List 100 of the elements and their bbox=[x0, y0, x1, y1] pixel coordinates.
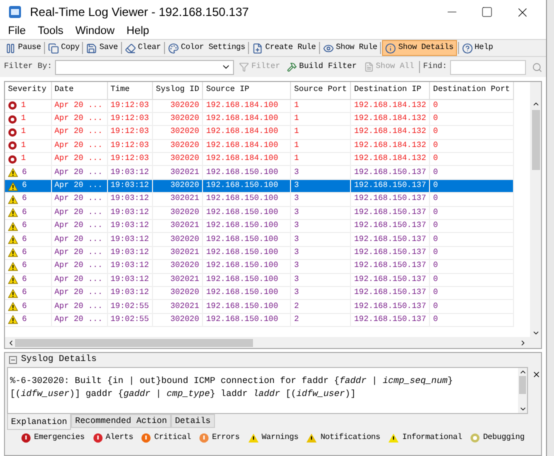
menu-item[interactable]: Help bbox=[126, 23, 150, 40]
table-cell: 6 bbox=[22, 287, 27, 300]
table-cell: 0 bbox=[433, 314, 438, 324]
table-cell: 19:03:12 bbox=[110, 181, 149, 190]
table-cell: 1 bbox=[294, 127, 299, 136]
table-row[interactable]: 6 Apr 20 ... 19:03:12 302020 192.168.150.100 3 192.168.150.137 0 bbox=[5, 179, 514, 193]
column-header[interactable]: Time bbox=[107, 82, 152, 99]
save-icon bbox=[86, 42, 98, 54]
table-cell: 192.168.150.100 bbox=[206, 274, 278, 284]
details-tab[interactable]: Details bbox=[170, 414, 215, 428]
table-row[interactable]: 6 Apr 20 ... 19:02:55 302020 192.168.150.100 2 192.168.150.137 0 bbox=[5, 313, 514, 327]
scroll-up-icon[interactable] bbox=[518, 368, 527, 376]
table-cell: 192.168.150.137 bbox=[354, 274, 426, 284]
table-row[interactable]: 6 Apr 20 ... 19:03:12 302020 192.168.150.100 3 192.168.150.137 0 bbox=[5, 232, 514, 246]
column-header[interactable]: Source IP bbox=[202, 82, 291, 99]
table-cell: 19:03:12 bbox=[110, 221, 149, 230]
table-cell: 6 bbox=[22, 234, 27, 246]
table-cell: 6 bbox=[22, 166, 27, 179]
table-row[interactable]: 6 Apr 20 ... 19:03:12 302021 192.168.150.100 3 192.168.150.137 0 bbox=[5, 220, 514, 233]
table-cell: 192.168.184.100 bbox=[206, 114, 278, 124]
warning-icon bbox=[8, 194, 18, 204]
legend-label: Alerts bbox=[106, 432, 134, 444]
table-cell: Apr 20 ... bbox=[54, 221, 103, 230]
table-cell: Apr 20 ... bbox=[54, 168, 103, 177]
close-icon[interactable] bbox=[532, 370, 541, 379]
table-row[interactable]: 6 Apr 20 ... 19:03:12 302020 192.168.150.100 3 192.168.150.137 0 bbox=[5, 206, 514, 220]
table-row[interactable]: 6 Apr 20 ... 19:03:12 302020 192.168.150.100 3 192.168.150.137 0 bbox=[5, 286, 514, 300]
table-cell: 0 bbox=[433, 288, 438, 298]
warning-icon bbox=[8, 235, 18, 244]
table-row[interactable]: 6 Apr 20 ... 19:03:12 302021 192.168.150.100 3 192.168.150.137 0 bbox=[5, 166, 514, 180]
table-row[interactable]: 6 Apr 20 ... 19:03:12 302021 192.168.150.100 3 192.168.150.137 0 bbox=[5, 192, 514, 206]
table-cell: 3 bbox=[294, 181, 299, 190]
table-row[interactable]: 6 Apr 20 ... 19:03:12 302021 192.168.150.100 3 192.168.150.137 0 bbox=[5, 246, 514, 260]
table-cell: Apr 20 ... bbox=[54, 181, 103, 190]
table-row[interactable]: 6 Apr 20 ... 19:03:12 302021 192.168.150.100 3 192.168.150.137 0 bbox=[5, 273, 514, 286]
table-cell: 302021 bbox=[170, 194, 200, 204]
details-tab[interactable]: Explanation bbox=[7, 414, 72, 430]
table-row[interactable]: 6 Apr 20 ... 19:03:12 302020 192.168.150.100 3 192.168.150.137 0 bbox=[5, 260, 514, 274]
table-cell: 3 bbox=[294, 168, 299, 177]
find-field[interactable] bbox=[450, 60, 526, 74]
table-cell: 0 bbox=[433, 261, 438, 270]
filter-button[interactable]: Build Filter bbox=[285, 61, 359, 73]
table-cell: 19:03:12 bbox=[110, 234, 149, 244]
table-cell: 302021 bbox=[170, 248, 200, 257]
menu-item[interactable]: Tools bbox=[38, 23, 64, 40]
details-text: %-6-302020: Built {in | out}bound ICMP connection for faddr {faddr | icmp_seq_num} [(idfw_user)] gaddr {gaddr | cmp_type} laddr laddr [(idfw_user)] bbox=[9, 375, 454, 401]
table-cell: 1 bbox=[21, 140, 26, 152]
column-header[interactable]: Destination Port bbox=[430, 82, 514, 99]
table-cell: 3 bbox=[294, 261, 299, 270]
column-header[interactable]: Destination IP bbox=[350, 82, 430, 99]
table-cell: 1 bbox=[21, 126, 26, 138]
column-header[interactable]: Syslog ID bbox=[152, 82, 203, 99]
copy-icon bbox=[48, 42, 60, 54]
table-row[interactable]: 1 Apr 20 ... 19:12:03 302020 192.168.184.100 1 192.168.184.132 0 bbox=[5, 152, 514, 166]
toolbar-button[interactable]: Pause bbox=[3, 40, 44, 56]
table-cell: 19:02:55 bbox=[110, 314, 149, 324]
table-cell: 302021 bbox=[170, 302, 200, 311]
search-icon[interactable] bbox=[532, 62, 542, 72]
table-row[interactable]: 6 Apr 20 ... 19:02:55 302021 192.168.150.100 2 192.168.150.137 0 bbox=[5, 300, 514, 314]
toolbar-button[interactable]: Save bbox=[84, 40, 120, 56]
menu-item[interactable]: File bbox=[8, 23, 26, 40]
scrollbar-thumb[interactable] bbox=[519, 376, 526, 394]
table-cell: Apr 20 ... bbox=[54, 248, 103, 257]
filter-dropdown[interactable] bbox=[55, 60, 234, 74]
table-cell: 0 bbox=[433, 194, 438, 204]
maximize-icon[interactable] bbox=[481, 6, 493, 18]
toolbar-button[interactable]: Copy bbox=[46, 40, 82, 56]
scroll-down-icon[interactable] bbox=[518, 405, 527, 413]
table-cell: Apr 20 ... bbox=[54, 194, 103, 204]
toolbar-button[interactable]: Clear bbox=[122, 40, 163, 56]
legend-label: Errors bbox=[212, 432, 240, 444]
table-cell: 6 bbox=[22, 274, 27, 286]
table-cell: 2 bbox=[294, 302, 299, 311]
table-cell: 6 bbox=[22, 314, 27, 326]
column-header[interactable]: Severity bbox=[5, 82, 51, 99]
table-cell: Apr 20 ... bbox=[54, 154, 103, 164]
column-header[interactable]: Source Port bbox=[290, 82, 351, 99]
toolbar-button[interactable]: Create Rule bbox=[250, 40, 318, 56]
table-cell: 0 bbox=[433, 100, 438, 110]
vertical-scrollbar[interactable] bbox=[530, 82, 541, 337]
menu-item[interactable]: Window bbox=[75, 23, 115, 40]
table-row[interactable]: 1 Apr 20 ... 19:12:03 302020 192.168.184.100 1 192.168.184.132 0 bbox=[5, 112, 514, 126]
details-tab[interactable]: Recommended Action bbox=[71, 414, 171, 428]
scrollbar-thumb[interactable] bbox=[15, 338, 253, 346]
column-header[interactable]: Date bbox=[51, 82, 107, 99]
toolbar-button[interactable]: Show Rule bbox=[320, 40, 380, 56]
table-row[interactable]: 1 Apr 20 ... 19:12:03 302020 192.168.184.100 1 192.168.184.132 0 bbox=[5, 126, 514, 140]
toolbar-button[interactable]: Color Settings bbox=[166, 40, 248, 56]
toolbar-button[interactable]: Help bbox=[460, 40, 495, 56]
table-row[interactable]: 1 Apr 20 ... 19:12:03 302020 192.168.184.100 1 192.168.184.132 0 bbox=[5, 99, 514, 112]
table-cell: Apr 20 ... bbox=[54, 127, 103, 136]
collapse-icon[interactable] bbox=[9, 356, 17, 364]
table-row[interactable]: 1 Apr 20 ... 19:12:03 302020 192.168.184.100 1 192.168.184.132 0 bbox=[5, 139, 514, 153]
table-cell: 19:12:03 bbox=[110, 154, 149, 164]
table-cell: 19:03:12 bbox=[110, 261, 149, 270]
table-cell: 302020 bbox=[170, 261, 200, 270]
toolbar-button[interactable]: Show Details bbox=[382, 40, 457, 56]
table-cell: Apr 20 ... bbox=[54, 302, 103, 311]
scrollbar-thumb[interactable] bbox=[532, 110, 540, 170]
horizontal-scrollbar[interactable] bbox=[5, 337, 541, 348]
